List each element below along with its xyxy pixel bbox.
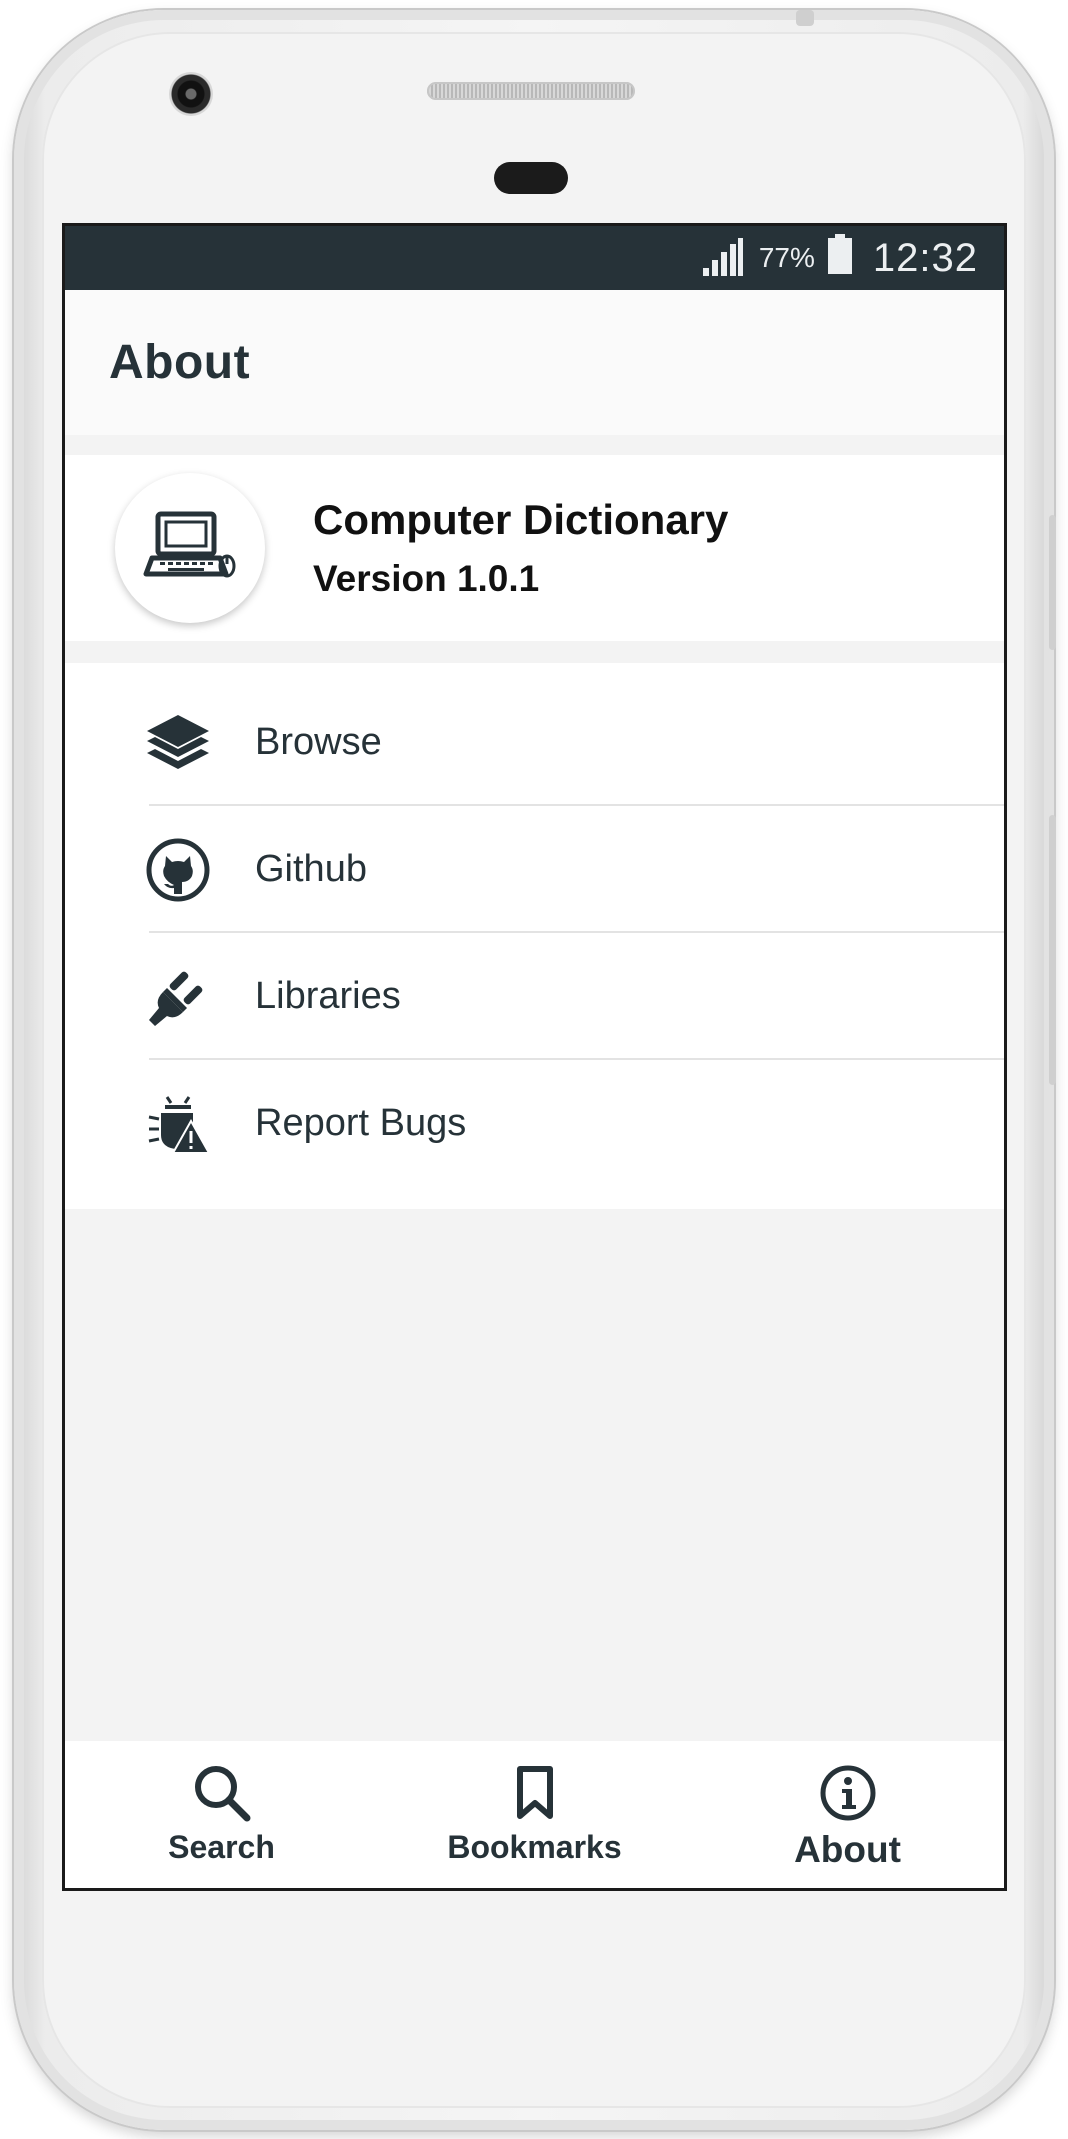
app-info-card: Computer Dictionary Version 1.0.1 bbox=[65, 455, 1004, 641]
bottom-navigation: Search Bookmarks About bbox=[65, 1741, 1004, 1888]
proximity-sensor bbox=[494, 162, 568, 194]
info-icon bbox=[819, 1761, 877, 1825]
menu-item-libraries[interactable]: Libraries bbox=[65, 933, 1004, 1060]
plug-icon bbox=[145, 964, 211, 1030]
menu-item-label: Browse bbox=[255, 721, 382, 763]
signal-icon bbox=[701, 238, 745, 278]
nav-about-label: About bbox=[794, 1829, 901, 1870]
battery-percentage: 77% bbox=[758, 242, 815, 273]
menu-item-label: Report Bugs bbox=[255, 1102, 467, 1144]
nav-search-label: Search bbox=[168, 1829, 275, 1865]
volume-button bbox=[1049, 515, 1056, 650]
menu-item-browse[interactable]: Browse bbox=[65, 679, 1004, 806]
top-button bbox=[796, 10, 814, 26]
status-bar: 77% 12:32 bbox=[65, 226, 1004, 290]
menu-item-github[interactable]: Github bbox=[65, 806, 1004, 933]
nav-bookmarks[interactable]: Bookmarks bbox=[378, 1741, 691, 1888]
nav-bookmarks-label: Bookmarks bbox=[447, 1829, 622, 1865]
menu-item-label: Libraries bbox=[255, 975, 401, 1017]
app-bar: About bbox=[65, 290, 1004, 435]
nav-search[interactable]: Search bbox=[65, 1741, 378, 1888]
app-screen: 77% 12:32 About Computer Dictionary Vers… bbox=[62, 223, 1007, 1891]
laptop-icon bbox=[143, 511, 236, 578]
status-time: 12:32 bbox=[872, 235, 978, 280]
front-camera bbox=[169, 72, 213, 116]
bookmark-icon bbox=[515, 1761, 555, 1825]
battery-icon bbox=[827, 234, 853, 282]
bug-report-icon bbox=[145, 1091, 211, 1157]
app-name: Computer Dictionary bbox=[313, 496, 729, 543]
menu-item-label: Github bbox=[255, 848, 367, 890]
search-icon bbox=[191, 1761, 253, 1825]
nav-about[interactable]: About bbox=[691, 1741, 1004, 1888]
about-menu-list: Browse Github Libraries Report Bugs bbox=[65, 663, 1004, 1209]
power-button bbox=[1049, 815, 1056, 1085]
app-logo bbox=[115, 473, 265, 623]
earpiece-speaker bbox=[427, 82, 635, 100]
github-icon bbox=[145, 837, 211, 903]
app-version: Version 1.0.1 bbox=[313, 558, 540, 599]
page-title: About bbox=[109, 336, 251, 389]
layers-icon bbox=[145, 710, 211, 776]
menu-item-report-bugs[interactable]: Report Bugs bbox=[65, 1060, 1004, 1187]
